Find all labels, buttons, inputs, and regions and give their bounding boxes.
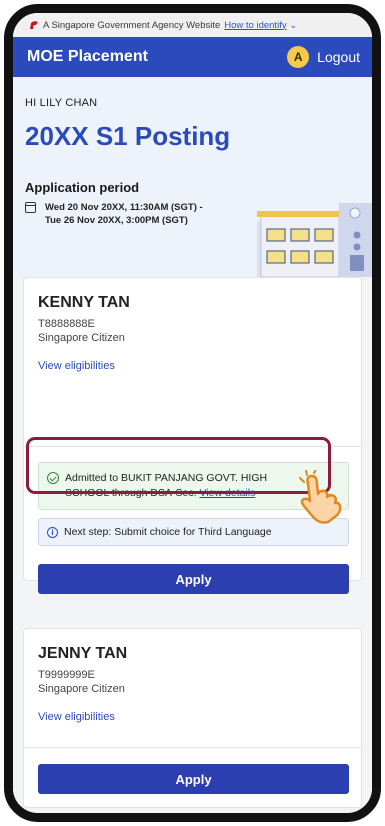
apply-button[interactable]: Apply (38, 764, 349, 794)
avatar[interactable]: A (287, 46, 310, 68)
apply-button[interactable]: Apply (38, 564, 349, 594)
child-citizenship: Singapore Citizen (38, 332, 125, 344)
school-building-illustration (257, 203, 372, 277)
view-eligibilities-link[interactable]: View eligibilities (38, 360, 361, 372)
logout-button[interactable]: Logout (317, 49, 360, 65)
how-to-identify-link[interactable]: How to identify (224, 20, 286, 31)
gov-banner: A Singapore Government Agency Website Ho… (13, 13, 372, 37)
period-start: Wed 20 Nov 20XX, 11:30AM (SGT) - (45, 202, 203, 213)
child-card-kenny: KENNY TAN T8888888E Singapore Citizen Vi… (23, 277, 362, 594)
child-card-jenny: JENNY TAN T9999999E Singapore Citizen Vi… (23, 628, 362, 808)
chevron-down-icon[interactable]: ⌄ (290, 20, 298, 31)
child-name: KENNY TAN (38, 294, 130, 311)
greeting: HI LILY CHAN (25, 97, 98, 109)
gov-banner-text: A Singapore Government Agency Website (43, 19, 221, 31)
card-divider (24, 747, 361, 748)
phone-frame: A Singapore Government Agency Website Ho… (4, 4, 381, 822)
info-icon: i (47, 526, 58, 538)
hero-section: HI LILY CHAN 20XX S1 Posting Application… (13, 77, 372, 277)
header-actions: A Logout (287, 46, 360, 68)
app-header: MOE Placement A Logout (13, 37, 372, 77)
child-citizenship: Singapore Citizen (38, 683, 125, 695)
pointing-hand-icon (299, 470, 342, 524)
page-title: 20XX S1 Posting (25, 121, 231, 151)
calendar-icon (25, 202, 36, 213)
child-nric: T9999999E (38, 669, 95, 681)
next-step-text: Next step: Submit choice for Third Langu… (64, 526, 272, 538)
app-screen: A Singapore Government Agency Website Ho… (13, 13, 372, 813)
period-end: Tue 26 Nov 20XX, 3:00PM (SGT) (45, 215, 188, 226)
child-nric: T8888888E (38, 318, 95, 330)
child-name: JENNY TAN (38, 645, 128, 662)
singapore-lion-icon (30, 21, 38, 29)
app-title[interactable]: MOE Placement (27, 48, 148, 66)
admission-highlight-frame (26, 437, 331, 494)
view-eligibilities-link[interactable]: View eligibilities (38, 711, 361, 723)
